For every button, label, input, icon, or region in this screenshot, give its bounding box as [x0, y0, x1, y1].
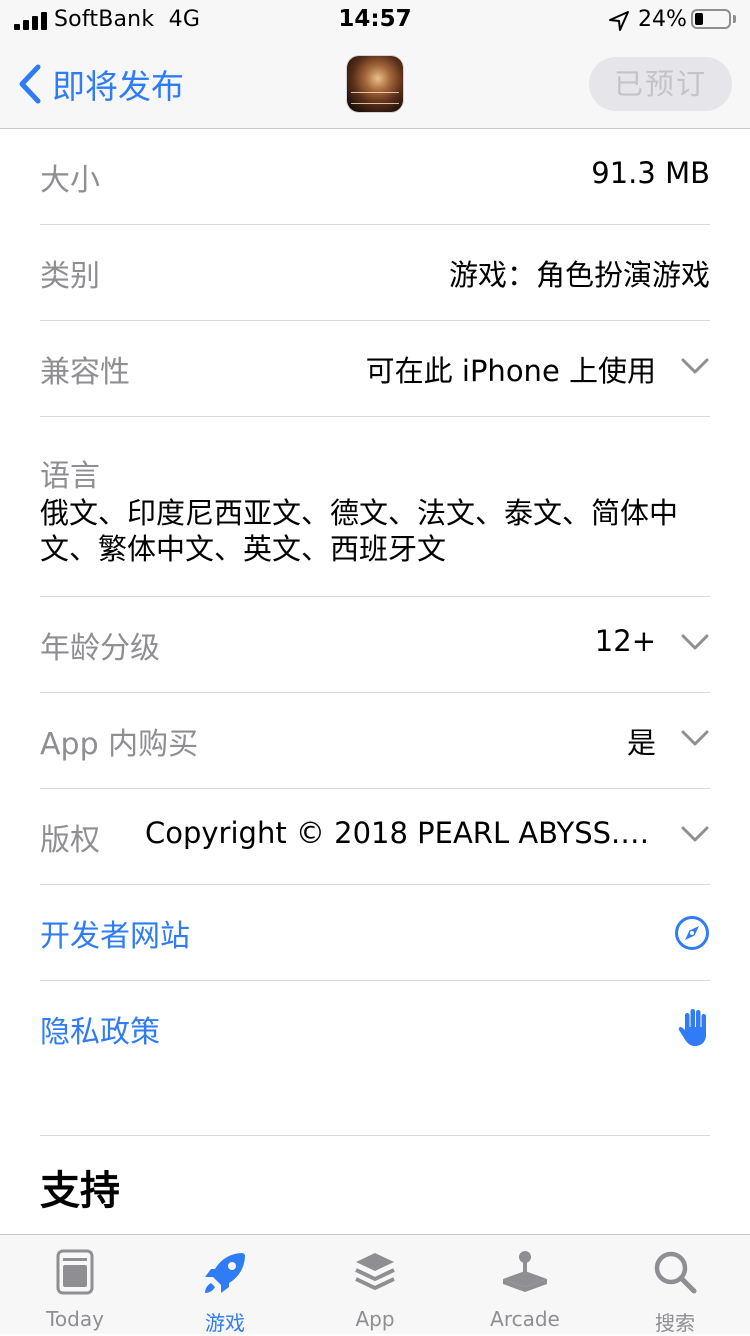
back-button-label: 即将发布: [52, 67, 184, 106]
chevron-down-icon[interactable]: [680, 355, 710, 377]
tab-search-label: 搜索: [655, 1311, 695, 1335]
battery-icon: [691, 9, 731, 29]
tab-apps[interactable]: App: [300, 1235, 450, 1335]
chevron-down-icon[interactable]: [680, 823, 710, 845]
info-row-size: 大小 91.3 MB: [40, 129, 710, 225]
battery-fill: [695, 13, 703, 25]
section-divider: [40, 1135, 710, 1136]
info-row-in-app-purchase[interactable]: App 内购买 是: [40, 693, 710, 789]
tab-games-label: 游戏: [205, 1311, 245, 1335]
battery-percent: 24%: [638, 7, 687, 32]
category-value: 游戏：角色扮演游戏: [448, 258, 710, 292]
languages-label: 语言: [40, 459, 100, 494]
info-row-compatibility[interactable]: 兼容性 可在此 iPhone 上使用: [40, 321, 710, 417]
tab-search[interactable]: 搜索: [600, 1235, 750, 1335]
preorder-button[interactable]: 已预订: [589, 57, 732, 111]
status-bar: SoftBank 4G 14:57 24%: [0, 0, 750, 40]
info-row-category: 类别 游戏：角色扮演游戏: [40, 225, 710, 321]
tab-bar: Today 游戏 App Arcade 搜索: [0, 1234, 750, 1335]
age-rating-value: 12+: [594, 624, 656, 658]
size-value: 91.3 MB: [591, 156, 710, 190]
info-row-privacy-policy[interactable]: 隐私政策: [40, 981, 710, 1077]
copyright-label: 版权: [40, 823, 100, 858]
information-list: 大小 91.3 MB 类别 游戏：角色扮演游戏 兼容性 可在此 iPhone 上…: [0, 129, 750, 1077]
chevron-down-icon[interactable]: [680, 727, 710, 749]
tab-games[interactable]: 游戏: [150, 1235, 300, 1335]
info-row-age-rating[interactable]: 年龄分级 12+: [40, 597, 710, 693]
languages-value: 俄文、印度尼西亚文、德文、法文、泰文、简体中文、繁体中文、英文、西班牙文: [40, 496, 679, 566]
developer-website-link[interactable]: 开发者网站: [40, 911, 190, 955]
in-app-purchase-label: App 内购买: [40, 727, 199, 762]
layers-icon: [355, 1253, 395, 1290]
navigation-bar: 即将发布 已预订: [0, 40, 750, 129]
chevron-left-icon: [19, 64, 41, 104]
chevron-down-icon[interactable]: [680, 631, 710, 653]
tab-arcade-label: Arcade: [490, 1307, 560, 1331]
category-label: 类别: [40, 259, 100, 294]
tab-arcade[interactable]: Arcade: [450, 1235, 600, 1335]
in-app-purchase-value: 是: [626, 726, 656, 760]
app-icon-logo-band: [351, 92, 399, 104]
compass-icon: [675, 916, 709, 950]
app-icon: [347, 56, 403, 112]
age-rating-label: 年龄分级: [40, 631, 160, 666]
joystick-icon: [503, 1251, 547, 1292]
tab-apps-label: App: [355, 1307, 395, 1331]
tab-today-label: Today: [46, 1307, 104, 1331]
tab-today[interactable]: Today: [0, 1235, 150, 1335]
info-row-copyright[interactable]: 版权 Copyright © 2018 PEARL ABYSS. Al...: [40, 789, 710, 885]
info-row-languages: 语言 俄文、印度尼西亚文、德文、法文、泰文、简体中文、繁体中文、英文、西班牙文: [40, 417, 710, 597]
support-section-title: 支持: [40, 1168, 120, 1214]
copyright-value: Copyright © 2018 PEARL ABYSS. Al...: [145, 816, 656, 850]
compatibility-value: 可在此 iPhone 上使用: [365, 354, 656, 388]
size-label: 大小: [40, 163, 100, 198]
back-button[interactable]: 即将发布: [16, 62, 184, 106]
location-arrow-icon: [609, 11, 629, 31]
info-row-developer-website[interactable]: 开发者网站: [40, 885, 710, 981]
raised-hand-icon: [678, 1009, 706, 1046]
search-icon: [654, 1251, 697, 1294]
compatibility-label: 兼容性: [40, 355, 130, 390]
today-icon: [56, 1249, 94, 1295]
privacy-policy-link[interactable]: 隐私政策: [40, 1007, 160, 1051]
battery-tip: [733, 15, 736, 23]
rocket-icon: [205, 1253, 245, 1293]
